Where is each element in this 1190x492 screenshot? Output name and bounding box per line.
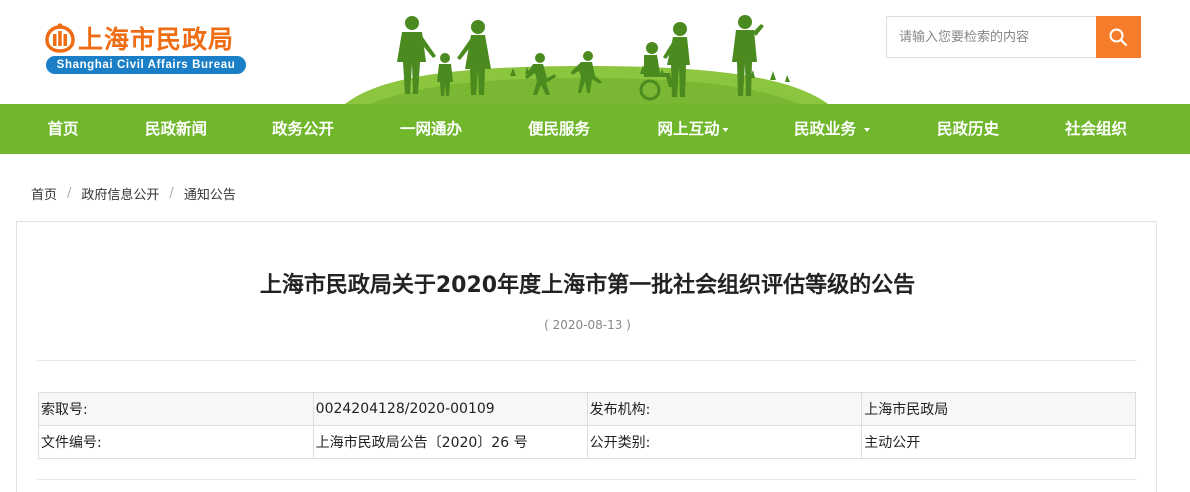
meta-label: 文件编号: (38, 425, 314, 459)
nav-item-history[interactable]: 民政历史 (937, 104, 999, 154)
article-title: 上海市民政局关于2020年度上海市第一批社会组织评估等级的公告 (259, 273, 916, 298)
logo-english-name: Shanghai Civil Affairs Bureau (46, 56, 246, 74)
article-meta-table: 索取号: 0024204128/2020-00109 发布机构: 上海市民政局 … (38, 392, 1136, 459)
meta-label: 索取号: (38, 392, 314, 426)
search-button[interactable] (1096, 16, 1141, 58)
site-header: 上海市民政局 Shanghai Civil Affairs Bureau (0, 0, 1190, 104)
table-row: 索取号: 0024204128/2020-00109 发布机构: 上海市民政局 (38, 392, 1136, 426)
nav-item-interaction[interactable]: 网上互动 (657, 104, 729, 154)
chevron-down-icon (722, 127, 729, 132)
meta-value: 主动公开 (861, 425, 1136, 459)
nav-item-gov-affairs[interactable]: 政务公开 (272, 104, 334, 154)
meta-label: 发布机构: (586, 392, 863, 426)
breadcrumb-home[interactable]: 首页 (31, 184, 57, 203)
article-date: ( 2020-08-13 ) (544, 318, 631, 332)
logo-chinese-name: 上海市民政局 (78, 25, 235, 54)
family-silhouette-banner (345, 15, 828, 104)
search-icon (1109, 28, 1128, 47)
main-nav: 首页 民政新闻 政务公开 一网通办 便民服务 网上互动 民政业务 民政历史 社会… (0, 104, 1190, 154)
meta-value: 0024204128/2020-00109 (312, 392, 588, 426)
site-logo[interactable]: 上海市民政局 Shanghai Civil Affairs Bureau (44, 20, 248, 76)
meta-value: 上海市民政局 (861, 392, 1136, 426)
breadcrumb-gov-info[interactable]: 政府信息公开 (81, 184, 159, 203)
article-card: 上海市民政局关于2020年度上海市第一批社会组织评估等级的公告 ( 2020-0… (16, 221, 1157, 492)
divider (37, 360, 1137, 361)
chevron-down-icon (864, 127, 871, 132)
search-box (886, 16, 1141, 58)
civil-affairs-emblem-icon (45, 23, 75, 53)
search-input[interactable] (887, 17, 1097, 57)
nav-item-business[interactable]: 民政业务 (794, 104, 871, 154)
breadcrumb-notices[interactable]: 通知公告 (184, 184, 236, 203)
meta-label: 公开类别: (586, 425, 863, 459)
divider (37, 479, 1137, 480)
nav-item-public-service[interactable]: 便民服务 (528, 104, 590, 154)
nav-item-home[interactable]: 首页 (47, 104, 78, 154)
meta-value: 上海市民政局公告〔2020〕26 号 (312, 425, 588, 459)
breadcrumb: 首页 / 政府信息公开 / 通知公告 (31, 184, 236, 203)
table-row: 文件编号: 上海市民政局公告〔2020〕26 号 公开类别: 主动公开 (38, 425, 1136, 459)
nav-item-one-net-service[interactable]: 一网通办 (400, 104, 462, 154)
breadcrumb-separator: / (67, 186, 72, 201)
breadcrumb-separator: / (169, 186, 174, 201)
nav-item-news[interactable]: 民政新闻 (145, 104, 207, 154)
nav-item-social-orgs[interactable]: 社会组织 (1065, 104, 1127, 154)
